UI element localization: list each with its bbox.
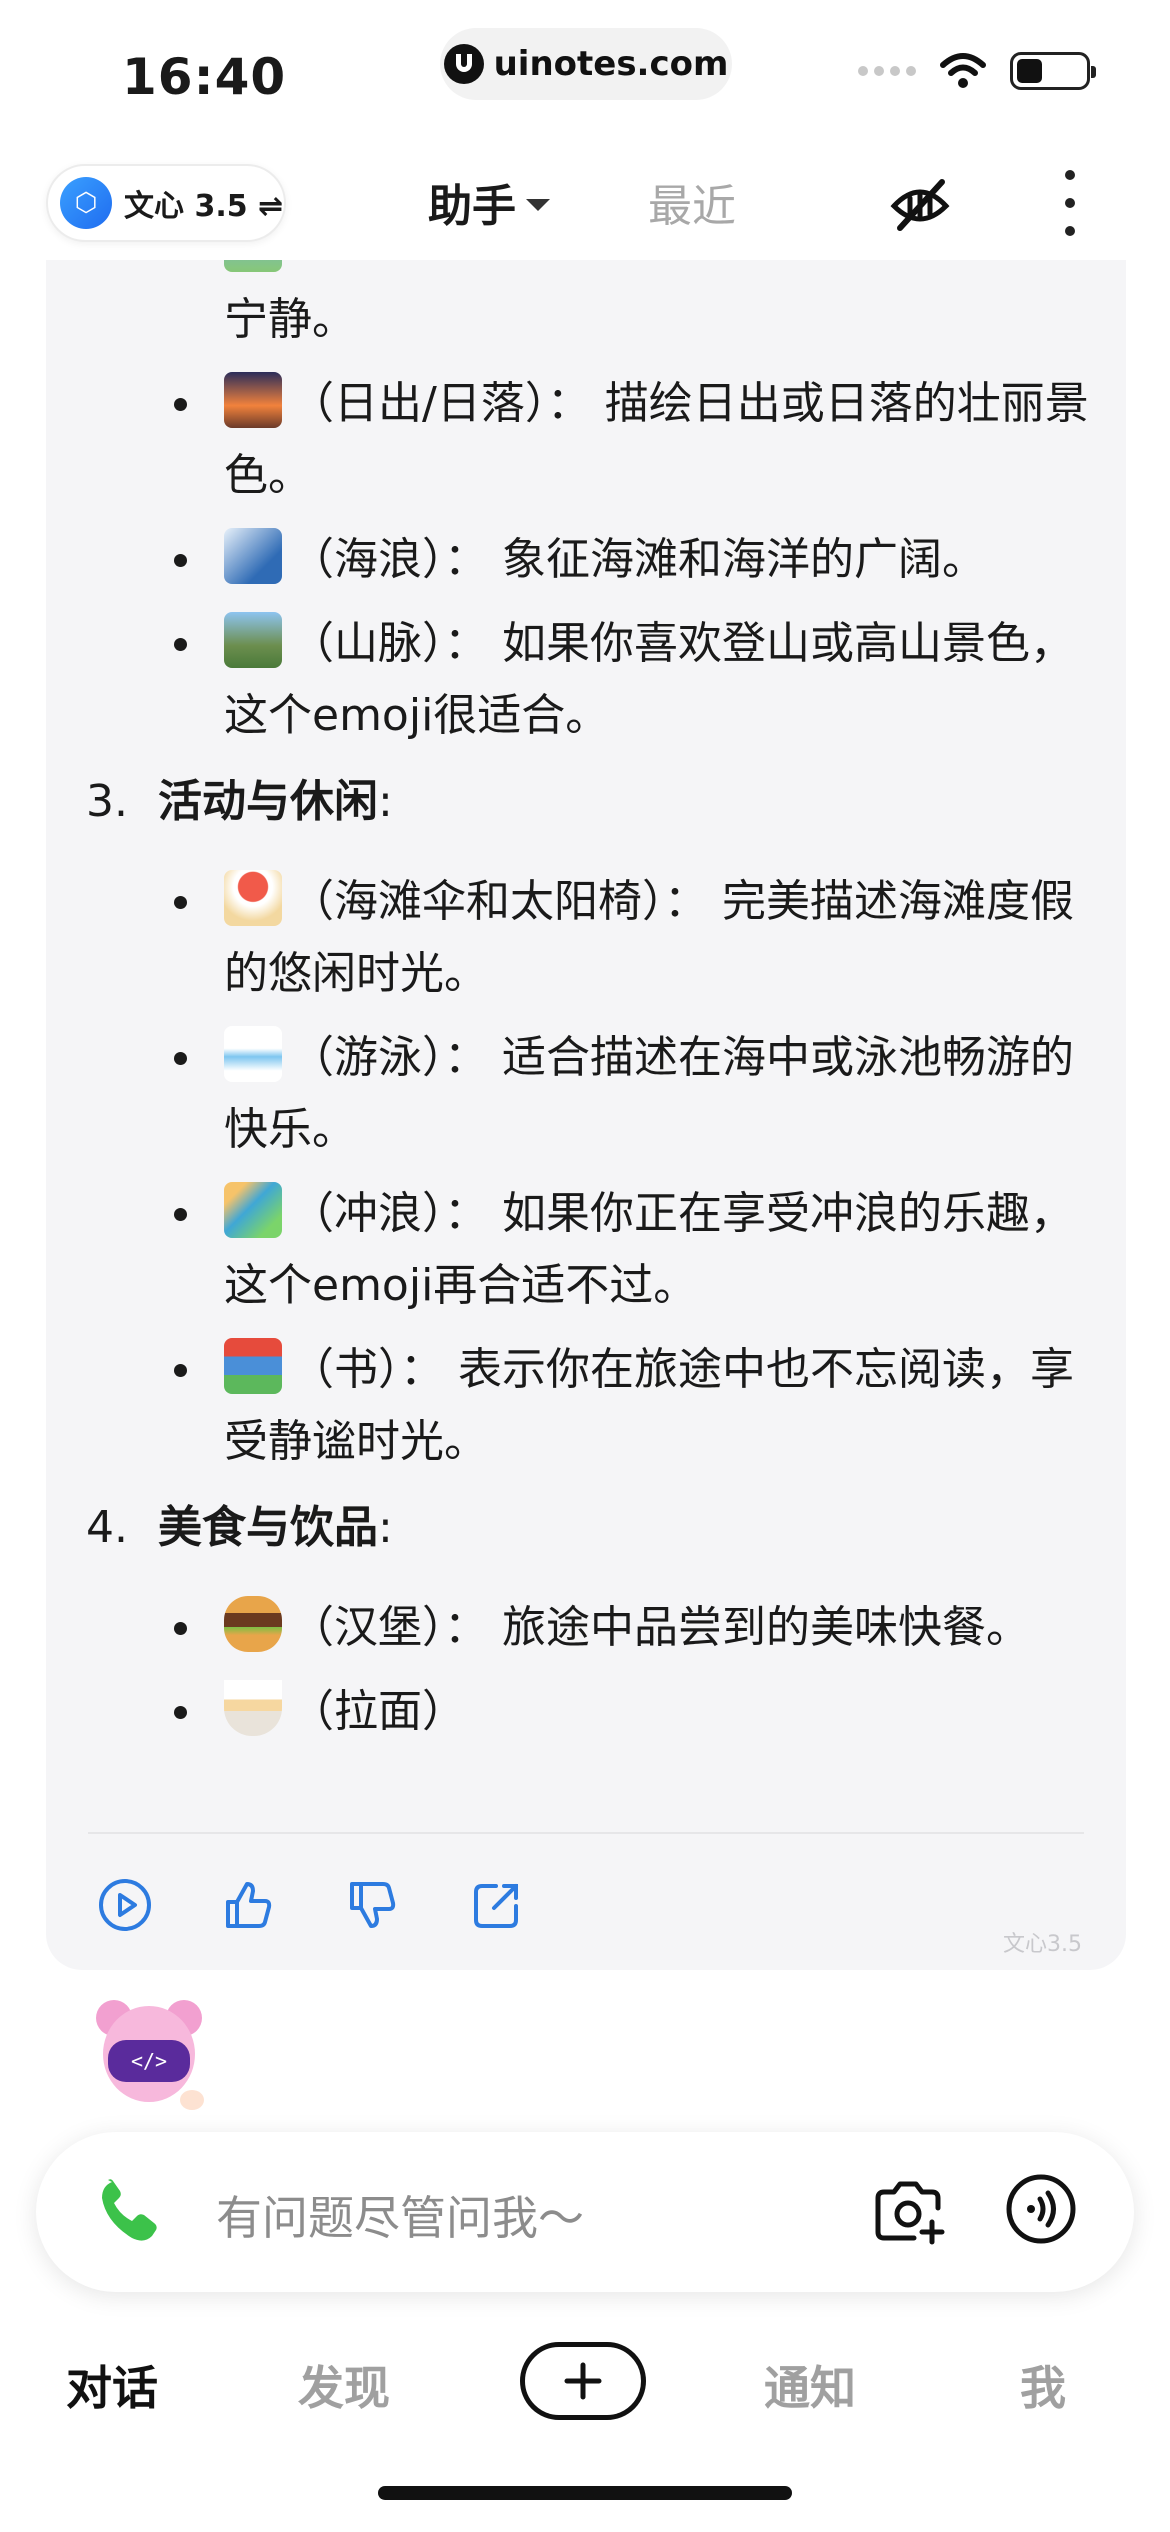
play-audio-icon[interactable]	[94, 1874, 156, 1936]
message-actions	[94, 1874, 528, 1936]
hamburger-icon	[224, 1596, 282, 1652]
list-item: （游泳）： 适合描述在海中或泳池畅游的快乐。	[86, 1022, 1106, 1166]
model-watermark: 文心3.5	[1003, 1932, 1082, 1957]
assistant-avatar[interactable]: </>	[84, 1988, 214, 2118]
list-item: （日出/日落）： 描绘日出或日落的壮丽景色。	[86, 368, 1106, 512]
wenxin-logo-icon: ⬡	[60, 177, 112, 229]
section-heading: 3. 活动与休闲:	[86, 776, 393, 827]
model-label: 文心 3.5 ⇌	[124, 189, 284, 224]
list-item: （拉面）	[86, 1676, 1106, 1748]
nav-me[interactable]: 我	[1020, 2352, 1066, 2418]
svg-text:</>: </>	[131, 2049, 167, 2073]
list-item: （汉堡）： 旅途中品尝到的美味快餐。	[86, 1592, 1106, 1664]
nav-discover[interactable]: 发现	[298, 2352, 390, 2418]
voice-mode-icon[interactable]	[1004, 2172, 1078, 2246]
bottom-nav: 对话 发现 通知 我	[0, 2330, 1170, 2440]
list-item: （冲浪）： 如果你正在享受冲浪的乐趣，这个emoji再合适不过。	[86, 1178, 1106, 1322]
swimmer-icon	[224, 1026, 282, 1082]
assistant-message-card: 宁静。 （日出/日落）： 描绘日出或日落的壮丽景色。 （海浪）： 象征海滩和海洋…	[46, 260, 1126, 1970]
sunrise-over-mountains-icon	[224, 372, 282, 428]
plus-icon	[564, 2362, 602, 2400]
surfer-icon	[224, 1182, 282, 1238]
tab-recent[interactable]: 最近	[648, 170, 736, 234]
message-content: 宁静。 （日出/日落）： 描绘日出或日落的壮丽景色。 （海浪）： 象征海滩和海洋…	[86, 260, 1106, 1760]
url-pill[interactable]: uinotes.com	[440, 28, 732, 100]
activity-list: （海滩伞和太阳椅）： 完美描述海滩度假的悠闲时光。 （游泳）： 适合描述在海中或…	[86, 866, 1106, 1478]
nav-chat[interactable]: 对话	[66, 2352, 158, 2418]
ramen-icon	[224, 1680, 282, 1736]
share-icon[interactable]	[466, 1874, 528, 1936]
thumbs-down-icon[interactable]	[342, 1874, 404, 1936]
cropped-line	[86, 260, 1106, 284]
partial-text: 宁静。	[224, 294, 356, 345]
chevron-down-icon	[526, 199, 550, 211]
site-logo-icon	[443, 44, 484, 84]
battery-icon	[1010, 52, 1096, 90]
food-list: （汉堡）： 旅途中品尝到的美味快餐。 （拉面）	[86, 1592, 1106, 1748]
model-switcher-button[interactable]: ⬡ 文心 3.5 ⇌	[46, 164, 286, 242]
cellular-icon	[858, 66, 916, 76]
url-text: uinotes.com	[493, 44, 729, 84]
thumbs-up-icon[interactable]	[218, 1874, 280, 1936]
app-header: ⬡ 文心 3.5 ⇌ 助手 最近	[0, 150, 1170, 260]
list-item: （山脉）： 如果你喜欢登山或高山景色，这个emoji很适合。	[86, 608, 1106, 752]
books-icon	[224, 1338, 282, 1394]
water-wave-icon	[224, 528, 282, 584]
sound-off-icon[interactable]	[886, 172, 954, 236]
status-icons	[858, 52, 1096, 90]
nav-notify[interactable]: 通知	[764, 2352, 856, 2418]
home-indicator	[378, 2486, 792, 2500]
divider	[88, 1832, 1084, 1834]
beach-umbrella-icon	[224, 870, 282, 926]
list-item: （海浪）： 象征海滩和海洋的广阔。	[86, 524, 1106, 596]
list-item: （书）： 表示你在旅途中也不忘阅读，享受静谧时光。	[86, 1334, 1106, 1478]
message-input[interactable]: 有问题尽管问我～	[216, 2182, 584, 2248]
more-options-icon[interactable]	[1058, 170, 1082, 236]
phone-call-icon[interactable]	[94, 2176, 166, 2248]
section-heading: 4. 美食与饮品:	[86, 1502, 393, 1553]
tab-assistant-label: 助手	[428, 181, 516, 232]
list-item: （海滩伞和太阳椅）： 完美描述海滩度假的悠闲时光。	[86, 866, 1106, 1010]
tab-assistant[interactable]: 助手	[428, 170, 550, 234]
status-time: 16:40	[122, 48, 287, 106]
message-input-bar: 有问题尽管问我～	[36, 2132, 1134, 2292]
camera-add-icon[interactable]	[872, 2176, 948, 2246]
mountain-landscape-icon	[224, 612, 282, 668]
nature-list: （日出/日落）： 描绘日出或日落的壮丽景色。 （海浪）： 象征海滩和海洋的广阔。…	[86, 368, 1106, 752]
national-park-icon	[224, 260, 282, 272]
status-bar: 16:40 uinotes.com	[0, 0, 1170, 150]
new-chat-button[interactable]	[520, 2342, 646, 2420]
wifi-icon	[940, 53, 986, 88]
